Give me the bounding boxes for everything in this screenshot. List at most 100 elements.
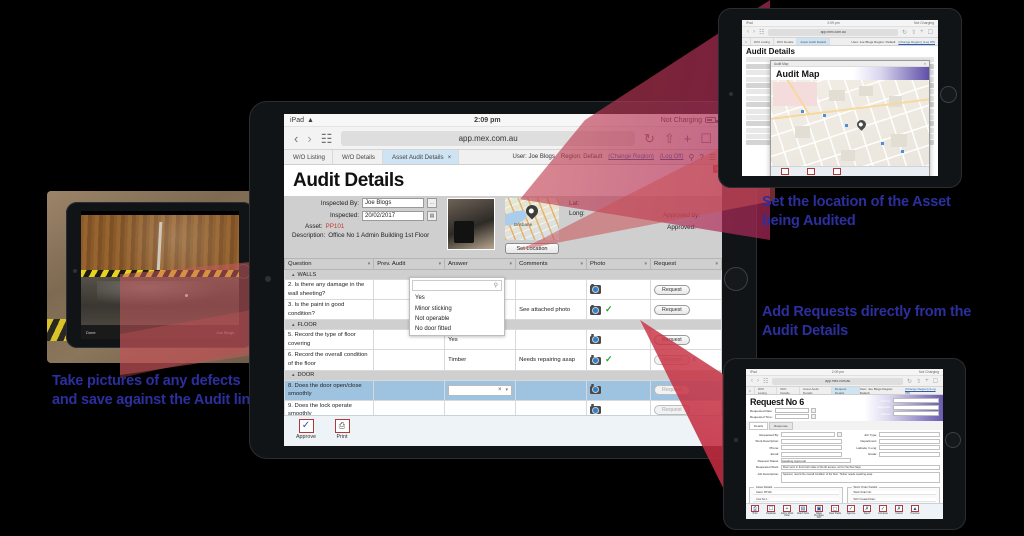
cancel-button[interactable]: ✗ Cancel (892, 505, 906, 519)
reload-icon[interactable]: ↻ (907, 378, 912, 385)
breadcrumb-wo-details[interactable]: W/O Details (777, 387, 801, 395)
priority-field[interactable] (893, 398, 939, 403)
log-off-link[interactable]: (Log Off) (660, 154, 684, 160)
calendar-icon[interactable]: ▤ (427, 210, 437, 221)
print-button[interactable]: ⎙ Print (748, 505, 762, 519)
job-type-field[interactable] (879, 432, 940, 437)
camera-icon[interactable] (589, 283, 601, 294)
dropdown-option-no-door-fitted[interactable]: No door fitted (410, 324, 504, 334)
add-to-work-order-button[interactable]: + Add to Work Order (780, 505, 794, 519)
table-row[interactable]: 6. Record the overall condition of the f… (284, 349, 722, 371)
chevron-down-icon[interactable]: ▾ (506, 387, 509, 393)
address-bar[interactable]: app.mex.com.au (768, 28, 899, 36)
request-button[interactable]: Request (654, 304, 690, 315)
photo-cell[interactable] (585, 278, 652, 301)
breadcrumb-wo-details[interactable]: W/O Details (332, 150, 383, 164)
dropdown-option-minor-sticking[interactable]: Minor sticking (410, 303, 504, 313)
photo-cell[interactable]: ✓ (585, 349, 652, 371)
photo-cell[interactable] (585, 379, 652, 401)
dropdown-search-input[interactable]: ⚲ (412, 280, 502, 291)
grade-field[interactable] (879, 451, 940, 457)
col-request[interactable]: Request ▾ (650, 258, 722, 270)
forward-icon[interactable]: › (757, 378, 759, 384)
address-bar[interactable]: app.mex.com.au (341, 130, 635, 146)
comments-cell[interactable]: See attached photo (515, 299, 587, 321)
breadcrumb-asset-audit-details[interactable]: Asset Audit Details × (383, 150, 460, 164)
duplicate-button[interactable]: ☐ Duplicate (764, 505, 778, 519)
request-button[interactable]: Request (654, 354, 690, 365)
map-canvas[interactable] (771, 80, 929, 166)
asset-link[interactable]: PP101 (326, 223, 345, 230)
camera-icon[interactable] (589, 304, 601, 315)
camera-icon[interactable] (589, 355, 601, 366)
col-comments[interactable]: Comments ▾ (515, 258, 587, 270)
breadcrumb-request-details[interactable]: Request Details (831, 387, 860, 395)
attach-note-button[interactable]: ▤ Attach Note (796, 505, 810, 519)
camera-icon[interactable] (589, 404, 601, 415)
change-region-log-off-links[interactable]: (Change Region) (Log Off) (898, 40, 935, 44)
photo-cell[interactable]: ✓ (585, 299, 652, 321)
answer-select[interactable]: × ▾ (448, 384, 513, 396)
col-answer[interactable]: Answer ▾ (444, 258, 517, 270)
group-row-door[interactable]: DOOR (284, 369, 722, 381)
work-description-field[interactable] (781, 438, 842, 444)
breadcrumb-wo-details[interactable]: W/O Details (774, 38, 798, 45)
comments-cell[interactable] (515, 379, 587, 401)
request-button[interactable]: Request (654, 405, 690, 416)
home-button[interactable] (945, 432, 961, 448)
breadcrumb-home[interactable]: ⌂ (742, 38, 751, 45)
set-location-button[interactable]: Set Location (505, 243, 559, 254)
back-icon[interactable]: ‹ (747, 29, 749, 35)
breadcrumb-asset-audit-details[interactable]: Asset Audit Details (800, 387, 832, 395)
breadcrumb-asset-audit-details[interactable]: Asset Audit Details (797, 38, 831, 45)
comments-cell[interactable] (515, 329, 587, 351)
dropdown-option-yes[interactable]: Yes (410, 293, 504, 303)
close-icon[interactable]: × (448, 154, 452, 161)
previous-button[interactable]: ▲ Previous (908, 505, 922, 519)
table-row-selected[interactable]: 8. Does the door open/close smoothly × ▾ (284, 379, 722, 401)
tabs-icon[interactable]: ☐ (928, 29, 933, 36)
request-button[interactable]: Request (654, 284, 690, 295)
camera-icon[interactable] (589, 384, 601, 395)
answer-dropdown-panel[interactable]: ⚲ Yes Minor sticking Not operable No doo… (409, 277, 505, 336)
approve-button[interactable]: ✓ Approve (844, 505, 858, 519)
latitude-long-field[interactable] (879, 445, 940, 451)
lookup-button[interactable]: ... (427, 198, 437, 208)
requested-date-field[interactable] (774, 408, 809, 413)
request-cell[interactable]: Request (650, 329, 722, 351)
dropdown-option-not-operable[interactable]: Not operable (410, 314, 504, 324)
set-location-button[interactable]: Set Location (776, 168, 793, 176)
map-location-pin-icon[interactable] (855, 118, 868, 131)
raise-purchase-wo-button[interactable]: ▣ Raise Purchase W/O (812, 505, 826, 519)
request-cell[interactable]: Request (650, 379, 722, 401)
address-bar[interactable]: app.mex.com.au (772, 377, 904, 385)
request-cell[interactable]: Request (650, 299, 722, 321)
request-cell[interactable]: Request (650, 278, 722, 301)
tab-details[interactable]: Details (749, 422, 769, 430)
breadcrumb-wo-listing[interactable]: W/O Listing (284, 150, 333, 164)
tabs-icon[interactable]: ☐ (700, 132, 712, 145)
search-icon[interactable]: ⚲ (689, 153, 695, 162)
inspected-date-field[interactable]: 20/02/2017 (362, 210, 424, 221)
bookmarks-icon[interactable]: ☷ (759, 29, 764, 36)
back-icon[interactable]: ‹ (751, 378, 753, 384)
share-icon[interactable]: ⇧ (916, 378, 921, 385)
request-cell[interactable]: Request 6 (650, 349, 722, 371)
close-icon[interactable]: × (924, 62, 926, 66)
answer-cell-open[interactable]: × ▾ (444, 379, 517, 401)
breadcrumb-wo-listing[interactable]: W/O Listing (751, 38, 774, 45)
col-question[interactable]: Question ▾ (284, 258, 375, 270)
mini-map[interactable]: Brisbane (505, 198, 559, 240)
photo-done-button[interactable]: Done (86, 330, 96, 335)
complete-button[interactable]: ✓ Complete (876, 505, 890, 519)
breadcrumb-wo-listing[interactable]: W/O Listing (755, 387, 778, 395)
lookup-icon[interactable] (837, 432, 842, 437)
bookmarks-icon[interactable]: ☷ (763, 378, 768, 385)
approve-button[interactable]: ✓ Approve (294, 419, 318, 446)
request-button[interactable]: Request (654, 385, 690, 396)
tabs-icon[interactable]: ☐ (933, 378, 938, 385)
reload-icon[interactable]: ↻ (644, 132, 655, 145)
calendar-icon[interactable] (810, 408, 816, 413)
clear-location-button[interactable]: Clear Location (828, 168, 845, 176)
photo-cell[interactable] (585, 329, 652, 351)
